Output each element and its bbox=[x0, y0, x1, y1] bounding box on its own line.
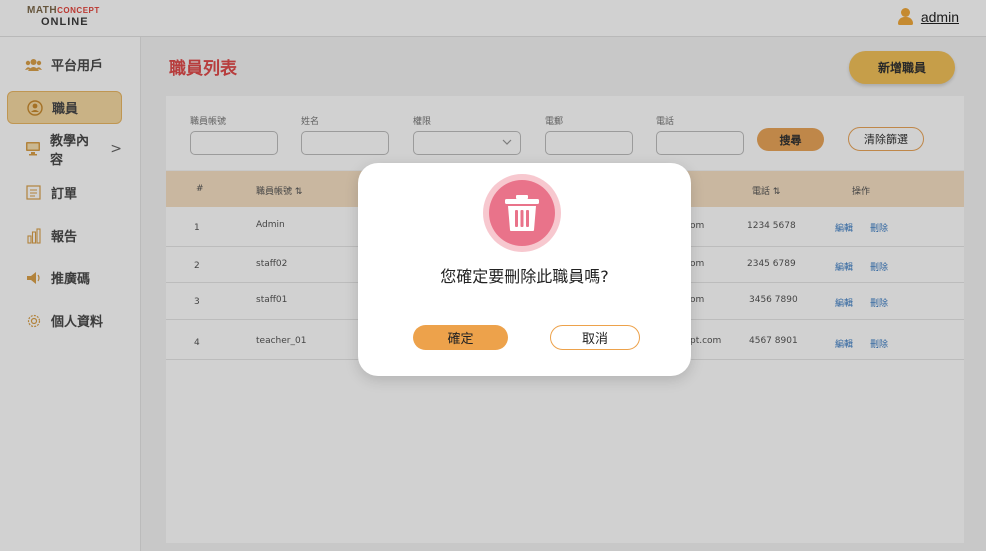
delete-confirm-dialog: 您確定要刪除此職員嗎? 確定 取消 bbox=[358, 163, 691, 376]
trash-icon-badge bbox=[483, 174, 561, 252]
cancel-button[interactable]: 取消 bbox=[550, 325, 640, 350]
trash-icon bbox=[505, 195, 539, 231]
confirm-button[interactable]: 確定 bbox=[413, 325, 508, 350]
confirm-message: 您確定要刪除此職員嗎? bbox=[440, 267, 609, 286]
